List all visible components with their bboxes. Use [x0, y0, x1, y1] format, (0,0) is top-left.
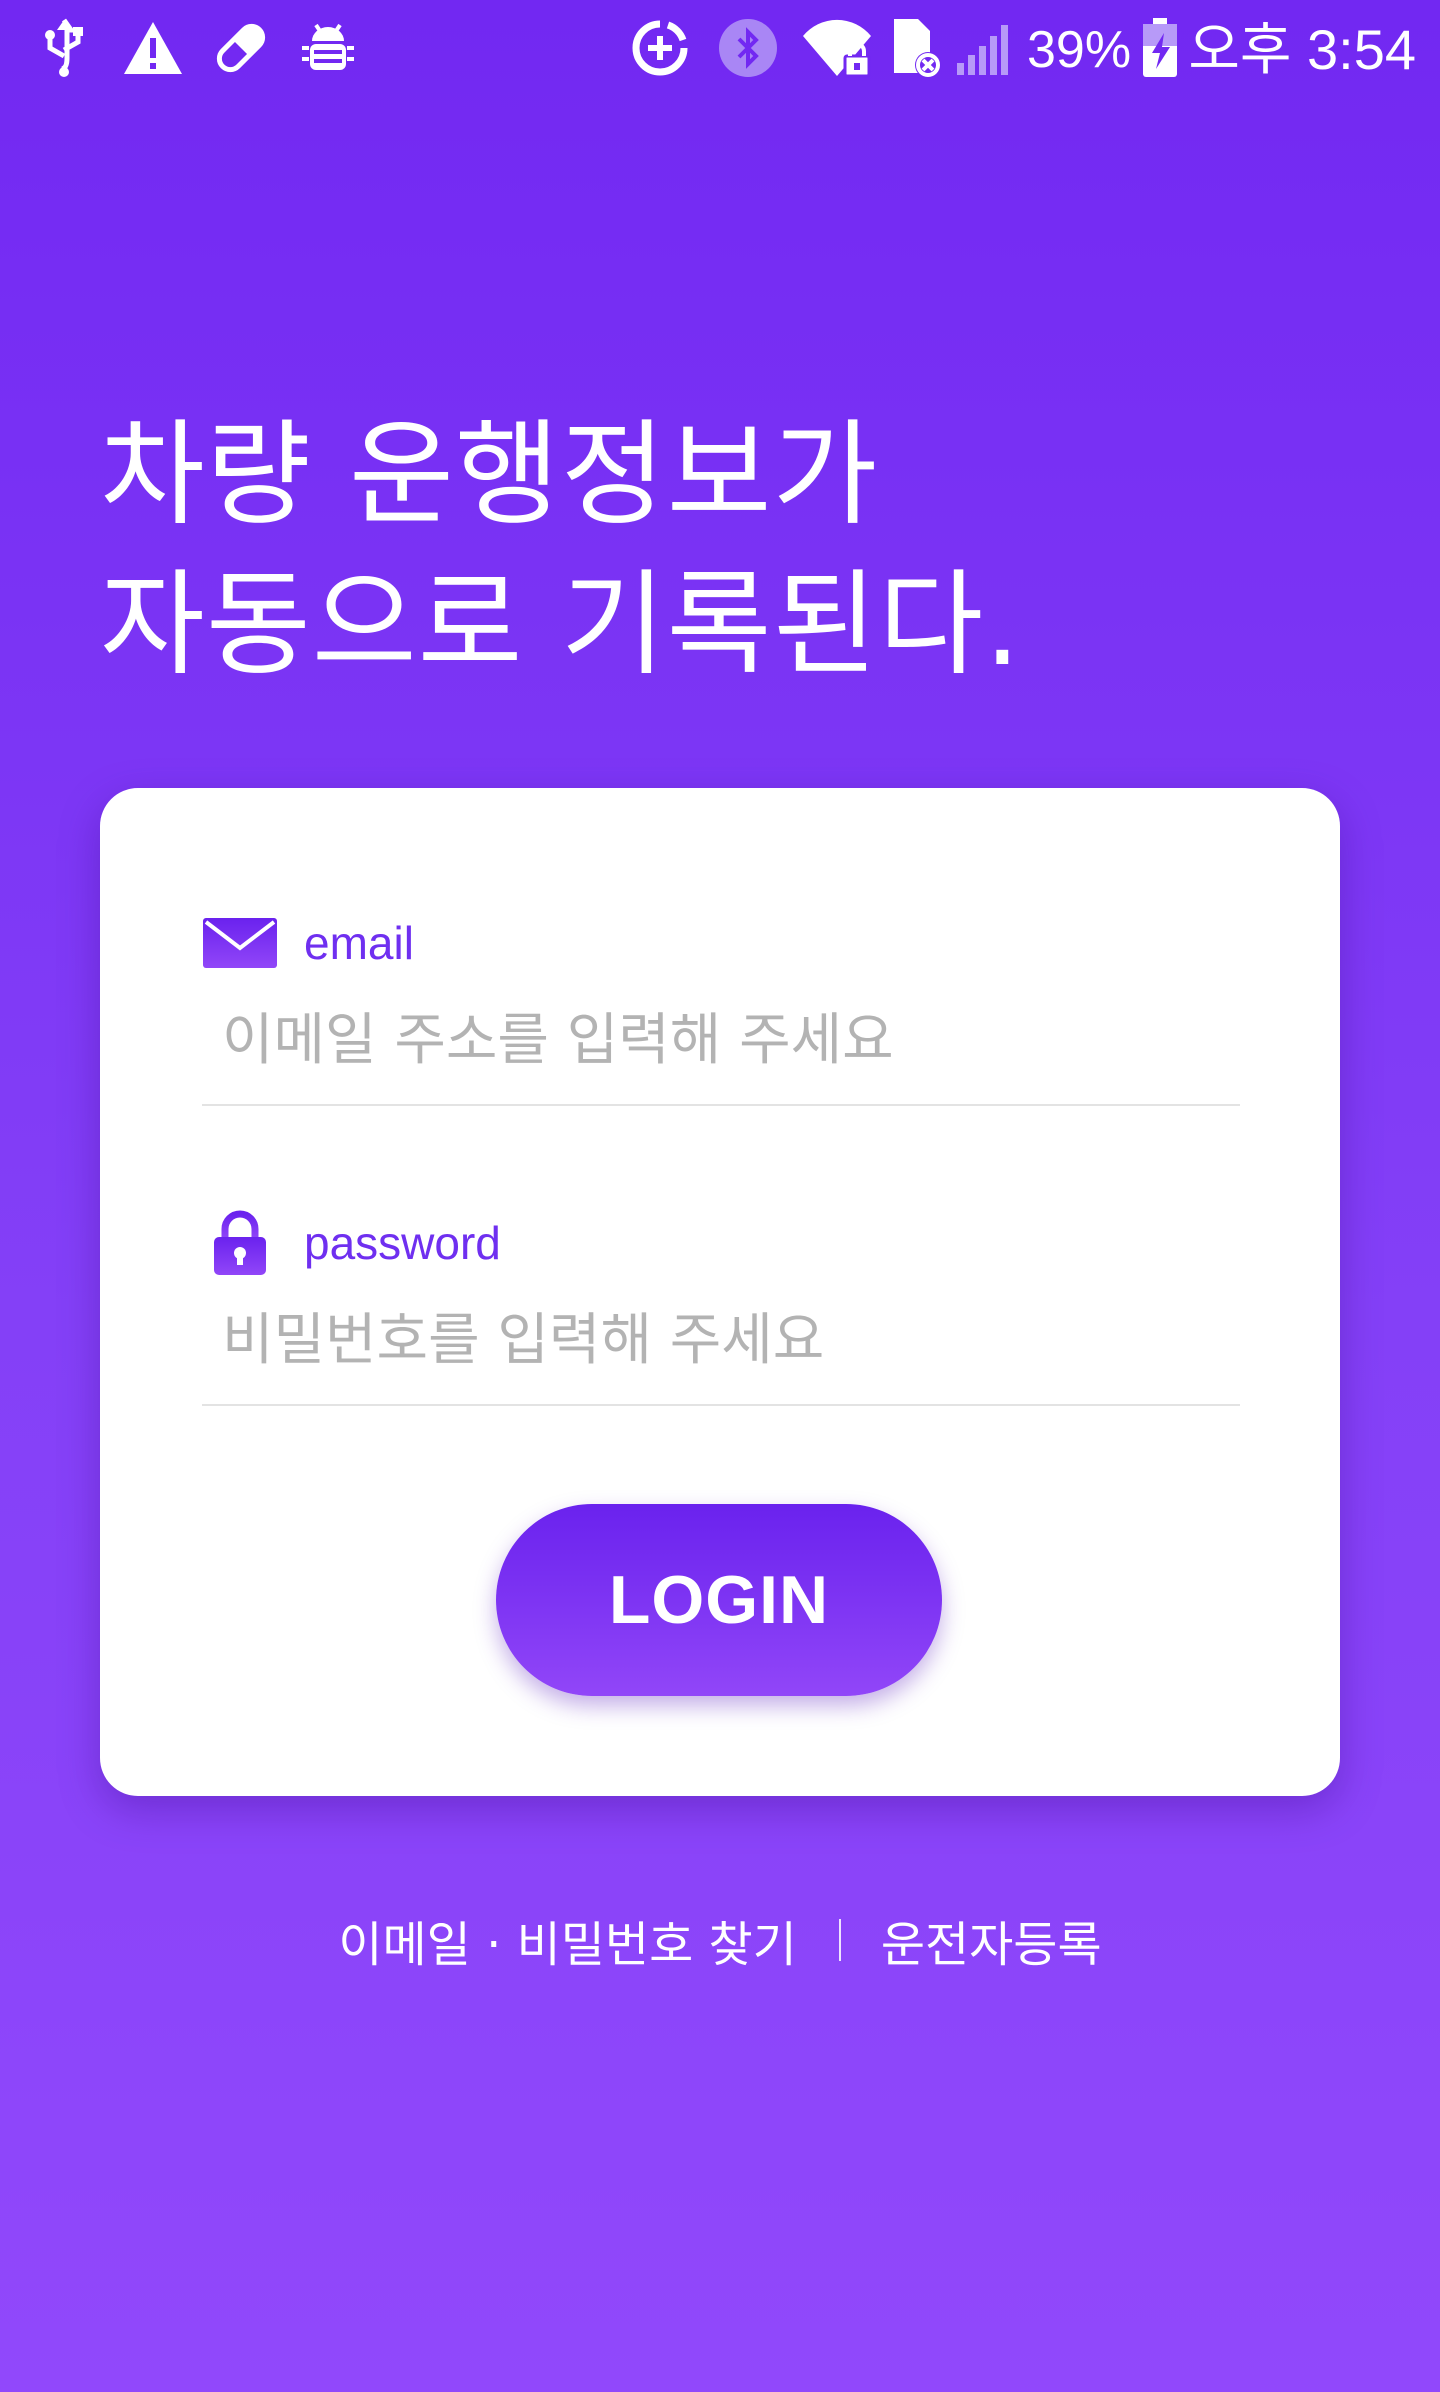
status-bar: 39% 오후 3:54 — [0, 0, 1440, 100]
battery-charging-icon — [1136, 16, 1184, 80]
warning-icon — [120, 16, 186, 80]
lock-icon — [202, 1208, 278, 1278]
login-button[interactable]: LOGIN — [496, 1504, 942, 1696]
headline-line-2: 자동으로 기록된다. — [100, 558, 1022, 691]
signal-icon — [954, 16, 1014, 80]
usb-icon — [36, 16, 92, 80]
data-saver-icon — [628, 16, 692, 80]
no-sim-icon — [886, 16, 946, 80]
email-field-group: email — [202, 908, 1240, 1106]
wifi-lock-icon — [800, 16, 876, 80]
headline-line-1: 차량 운행정보가 — [100, 408, 879, 541]
login-card: email password — [100, 788, 1340, 1796]
bottom-links: 이메일 · 비밀번호 찾기 운전자등록 — [0, 1900, 1440, 1980]
android-bug-icon — [298, 16, 358, 80]
password-input[interactable] — [202, 1296, 1240, 1406]
email-label: email — [304, 917, 414, 969]
headline: 차량 운행정보가 자동으로 기록된다. — [100, 400, 1300, 700]
email-input[interactable] — [202, 996, 1240, 1106]
password-field-group: password — [202, 1208, 1240, 1406]
envelope-icon — [202, 908, 278, 978]
password-label: password — [304, 1217, 501, 1269]
register-driver-link[interactable]: 운전자등록 — [881, 1905, 1102, 1975]
battery-percentage: 39% — [1027, 21, 1132, 79]
clock: 오후 3:54 — [1188, 18, 1416, 81]
pill-icon — [210, 16, 272, 80]
link-divider — [838, 1919, 841, 1961]
find-account-link[interactable]: 이메일 · 비밀번호 찾기 — [338, 1905, 796, 1975]
bluetooth-icon — [716, 16, 780, 80]
